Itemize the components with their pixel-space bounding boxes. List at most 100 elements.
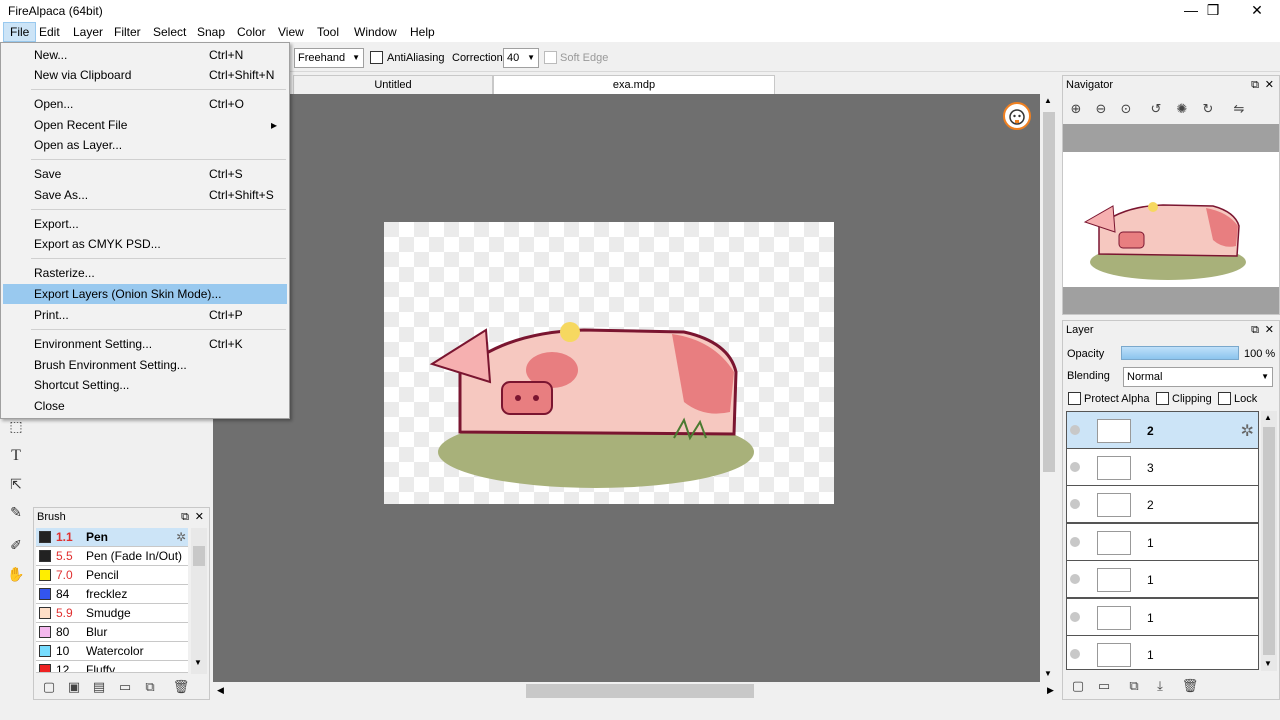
menu-item-open[interactable]: Open... Ctrl+O <box>3 94 287 114</box>
opacity-slider[interactable] <box>1121 346 1239 360</box>
layer-row[interactable]: 2 <box>1066 485 1259 523</box>
stroke-mode-select[interactable]: Freehand ▼ <box>294 48 364 68</box>
canvas-vertical-scrollbar[interactable]: ▲ ▼ <box>1040 94 1058 682</box>
menu-item-environment-setting[interactable]: Environment Setting... Ctrl+K <box>3 334 287 354</box>
gear-icon[interactable]: ✲ <box>1241 421 1254 441</box>
layer-row[interactable]: 1 <box>1066 635 1259 670</box>
menu-view[interactable]: View <box>272 22 310 42</box>
brush-item[interactable]: 7.0 Pencil <box>36 566 188 585</box>
close-panel-icon[interactable]: ✕ <box>195 508 204 526</box>
menu-item-save[interactable]: Save Ctrl+S <box>3 164 287 184</box>
new-layer-icon[interactable]: ▢ <box>1069 677 1087 695</box>
zoom-in-icon[interactable]: ⊕ <box>1067 100 1085 118</box>
close-panel-icon[interactable]: ✕ <box>1265 76 1274 94</box>
chevron-right-icon[interactable]: ▶ <box>1047 685 1054 696</box>
layer-row[interactable]: 1 <box>1066 598 1259 636</box>
correction-select[interactable]: 40 ▼ <box>503 48 539 68</box>
menu-tool[interactable]: Tool <box>311 22 345 42</box>
alpaca-mascot-icon[interactable] <box>1003 102 1031 130</box>
menu-layer[interactable]: Layer <box>67 22 109 42</box>
brush-item[interactable]: 12 Fluffy <box>36 661 188 673</box>
canvas-horizontal-scrollbar[interactable]: ◀ ▶ <box>213 682 1062 700</box>
artwork-canvas[interactable] <box>384 222 834 504</box>
brush-item[interactable]: 10 Watercolor <box>36 642 188 661</box>
chevron-up-icon[interactable]: ▲ <box>1264 413 1272 422</box>
navigator-view[interactable] <box>1063 124 1279 314</box>
brush-item[interactable]: 80 Blur <box>36 623 188 642</box>
layer-row[interactable]: 1 <box>1066 560 1259 598</box>
menu-item-export-layers-onion[interactable]: Export Layers (Onion Skin Mode)... <box>3 284 287 304</box>
menu-item-brush-environment-setting[interactable]: Brush Environment Setting... <box>3 355 287 375</box>
crop-tool-icon[interactable]: ⬚ <box>6 416 26 436</box>
close-panel-icon[interactable]: ✕ <box>1265 321 1274 339</box>
lock-checkbox[interactable] <box>1218 392 1231 405</box>
rotate-left-icon[interactable]: ↺ <box>1147 100 1165 118</box>
visibility-icon[interactable] <box>1070 574 1080 584</box>
chevron-down-icon[interactable]: ▼ <box>1264 659 1272 668</box>
layer-row[interactable]: 1 <box>1066 523 1259 561</box>
tab-untitled[interactable]: Untitled <box>293 75 493 94</box>
menu-file[interactable]: File <box>3 22 37 42</box>
dropper-icon[interactable]: ✎ <box>6 502 26 522</box>
visibility-icon[interactable] <box>1070 537 1080 547</box>
menu-color[interactable]: Color <box>231 22 272 42</box>
visibility-icon[interactable] <box>1070 499 1080 509</box>
text-tool-icon[interactable]: T <box>6 446 26 466</box>
chevron-down-icon[interactable]: ▼ <box>1044 669 1052 678</box>
visibility-icon[interactable] <box>1070 425 1080 435</box>
visibility-icon[interactable] <box>1070 649 1080 659</box>
trash-icon[interactable]: 🗑 <box>1181 677 1199 695</box>
brush-item[interactable]: 5.9 Smudge <box>36 604 188 623</box>
menu-item-new[interactable]: New... Ctrl+N <box>3 45 287 65</box>
layer-list-scrollbar[interactable]: ▲ ▼ <box>1261 411 1277 671</box>
menu-filter[interactable]: Filter <box>108 22 147 42</box>
chevron-left-icon[interactable]: ◀ <box>217 685 224 696</box>
chevron-up-icon[interactable]: ▲ <box>1044 96 1052 105</box>
trash-icon[interactable]: 🗑 <box>172 678 190 696</box>
tab-exa-mdp[interactable]: exa.mdp <box>493 75 775 94</box>
brush-list-scrollbar[interactable]: ▼ <box>191 528 207 674</box>
menu-item-open-as-layer[interactable]: Open as Layer... <box>3 135 287 155</box>
rotate-reset-icon[interactable]: ✺ <box>1173 100 1191 118</box>
canvas-workspace[interactable] <box>213 94 1040 682</box>
close-button[interactable]: ✕ <box>1234 0 1280 22</box>
menu-help[interactable]: Help <box>404 22 441 42</box>
menu-edit[interactable]: Edit <box>33 22 66 42</box>
zoom-out-icon[interactable]: ⊖ <box>1092 100 1110 118</box>
flip-horizontal-icon[interactable]: ⇋ <box>1230 100 1248 118</box>
menu-item-new-via-clipboard[interactable]: New via Clipboard Ctrl+Shift+N <box>3 65 287 85</box>
menu-item-open-recent[interactable]: Open Recent File ▸ <box>3 115 287 135</box>
duplicate-layer-icon[interactable]: ⧉ <box>1125 677 1143 695</box>
menu-item-export-cmyk[interactable]: Export as CMYK PSD... <box>3 234 287 254</box>
scrollbar-thumb[interactable] <box>193 546 205 566</box>
menu-window[interactable]: Window <box>348 22 403 42</box>
menu-snap[interactable]: Snap <box>191 22 231 42</box>
scrollbar-thumb[interactable] <box>1263 427 1275 655</box>
layer-row[interactable]: 3 <box>1066 448 1259 486</box>
rotate-right-icon[interactable]: ↻ <box>1199 100 1217 118</box>
menu-item-shortcut-setting[interactable]: Shortcut Setting... <box>3 375 287 395</box>
visibility-icon[interactable] <box>1070 612 1080 622</box>
folder-icon[interactable]: ▭ <box>116 678 134 696</box>
copy-icon[interactable]: ⧉ <box>141 678 159 696</box>
menu-select[interactable]: Select <box>147 22 192 42</box>
blending-select[interactable]: Normal ▼ <box>1123 367 1273 387</box>
brush-item[interactable]: 5.5 Pen (Fade In/Out) <box>36 547 188 566</box>
maximize-button[interactable]: ❒ <box>1190 0 1236 22</box>
duplicate-brush-icon[interactable]: ▣ <box>65 678 83 696</box>
menu-item-close[interactable]: Close <box>3 396 287 416</box>
new-folder-icon[interactable]: ▭ <box>1095 677 1113 695</box>
antialiasing-checkbox[interactable] <box>370 51 383 64</box>
visibility-icon[interactable] <box>1070 462 1080 472</box>
clipping-checkbox[interactable] <box>1156 392 1169 405</box>
operation-tool-icon[interactable]: ⇱ <box>6 474 26 494</box>
eyedropper-icon[interactable]: ✐ <box>6 535 26 555</box>
gear-icon[interactable]: ✲ <box>176 528 186 546</box>
protect-alpha-checkbox[interactable] <box>1068 392 1081 405</box>
chevron-down-icon[interactable]: ▼ <box>194 658 202 667</box>
soft-edge-checkbox[interactable] <box>544 51 557 64</box>
zoom-reset-icon[interactable]: ⊙ <box>1117 100 1135 118</box>
brush-item[interactable]: 84 frecklez <box>36 585 188 604</box>
new-brush-icon[interactable]: ▢ <box>40 678 58 696</box>
menu-item-rasterize[interactable]: Rasterize... <box>3 263 287 283</box>
